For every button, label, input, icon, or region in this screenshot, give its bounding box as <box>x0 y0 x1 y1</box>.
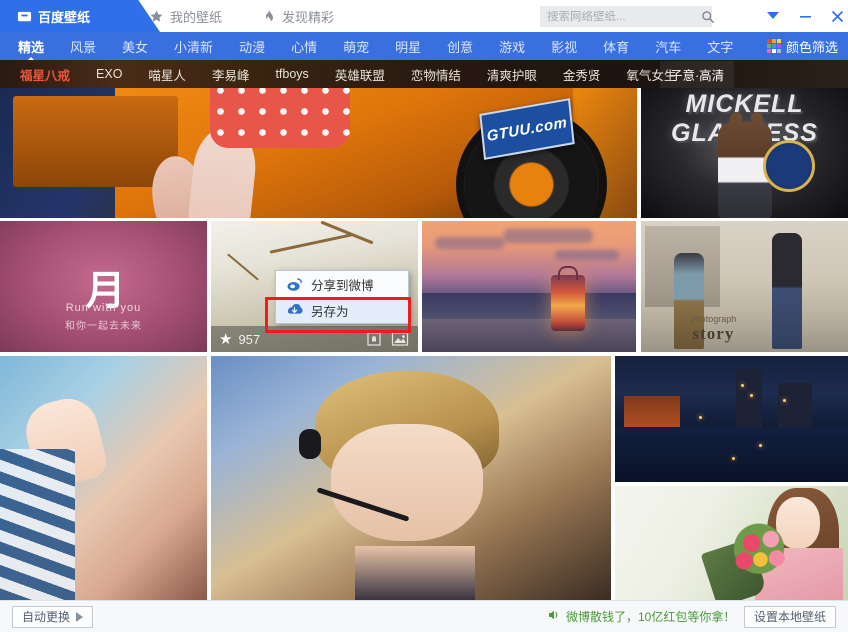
tag-fuxingbajie[interactable]: 福星八戒 <box>20 65 70 84</box>
color-filter-label: 颜色筛选 <box>785 39 838 55</box>
tag-liyifeng[interactable]: 李易峰 <box>212 65 250 84</box>
nav-item-mengchong[interactable]: 萌宠 <box>343 37 369 56</box>
search-icon[interactable] <box>701 10 715 24</box>
wallpaper-thumbnail <box>211 356 611 600</box>
wallpaper-box-icon <box>16 8 32 24</box>
wallpaper-thumbnail: MICKELL GLADNESS <box>641 88 848 218</box>
team-logo <box>762 140 815 192</box>
picture-icon[interactable] <box>390 330 410 348</box>
star-icon <box>148 8 164 24</box>
baidu-wallpaper-window: 百度壁纸 我的壁纸 发现精彩 搜索网络壁纸... 精选 风景 美女 小清新 动漫… <box>0 0 848 632</box>
tab-label: 我的壁纸 <box>170 9 223 25</box>
wallpaper-basketball[interactable]: MICKELL GLADNESS <box>641 88 848 218</box>
nav-item-jingxuan[interactable]: 精选 <box>18 37 44 56</box>
star-icon: ★ <box>219 330 233 348</box>
wallpaper-caption: photograph story <box>691 314 737 344</box>
footer-bar: 自动更换 微博散钱了，10亿红包等你拿！ 设置本地壁纸 <box>0 600 848 632</box>
caption-title: story <box>692 324 735 344</box>
menu-button[interactable] <box>758 0 788 32</box>
promo-message[interactable]: 微博散钱了，10亿红包等你拿！ <box>548 608 735 625</box>
tab-label: 百度壁纸 <box>38 9 91 25</box>
category-nav: 精选 风景 美女 小清新 动漫 心情 萌宠 明星 创意 游戏 影视 体育 汽车 … <box>0 32 848 60</box>
context-menu[interactable]: 分享到微博 另存为 <box>275 270 409 324</box>
wallpaper-thumbnail: photograph story <box>641 221 848 352</box>
search-box[interactable] <box>540 6 715 27</box>
tag-jinxiuxian[interactable]: 金秀贤 <box>563 65 601 84</box>
nav-item-fengjing[interactable]: 风景 <box>70 37 96 56</box>
wallpaper-flower-girl[interactable] <box>615 486 848 600</box>
nav-item-yingshi[interactable]: 影视 <box>551 37 577 56</box>
set-local-wallpaper-label: 设置本地壁纸 <box>753 610 826 624</box>
tab-discover[interactable]: 发现精彩 <box>260 0 334 32</box>
lantern-object <box>550 275 585 332</box>
wallpaper-en-text: Run with you <box>65 302 142 315</box>
tag-tfboys[interactable]: tfboys <box>275 67 308 81</box>
color-grid-icon <box>766 39 781 53</box>
tag-lianwuqingjie[interactable]: 恋物情结 <box>411 65 461 84</box>
weibo-icon <box>286 276 303 293</box>
tab-baidu-wallpaper[interactable]: 百度壁纸 <box>16 0 90 32</box>
context-menu-item-share-weibo[interactable]: 分享到微博 <box>276 271 408 297</box>
tag-exo[interactable]: EXO <box>96 67 122 81</box>
nav-item-chuangyi[interactable]: 创意 <box>447 37 473 56</box>
context-menu-label: 另存为 <box>311 304 349 319</box>
wallpaper-sunset-lantern[interactable] <box>422 221 636 352</box>
color-filter-button[interactable]: 颜色筛选 <box>766 37 838 56</box>
wallpaper-thumbnail: 月 Run with you 和你一起去未来 <box>0 221 207 352</box>
wallpaper-run-with-you[interactable]: 月 Run with you 和你一起去未来 <box>0 221 207 352</box>
caption-sub: photograph <box>690 314 737 325</box>
tag-bar: 福星八戒 EXO 喵星人 李易峰 tfboys 英雄联盟 恋物情结 清爽护眼 金… <box>0 60 848 88</box>
tag-qingshuanghuyan[interactable]: 清爽护眼 <box>487 65 537 84</box>
save-download-icon <box>286 302 303 319</box>
wallpaper-grid: GTUU.com MICKELL GLADNESS 月 Run with you… <box>0 88 848 600</box>
promo-text: 微博散钱了，10亿红包等你拿！ <box>566 610 736 624</box>
nav-item-xinqing[interactable]: 心情 <box>291 37 317 56</box>
speaker-icon <box>548 609 561 624</box>
wallpaper-boy-headset[interactable] <box>211 356 611 600</box>
wallpaper-thumbnail <box>615 486 848 600</box>
play-triangle-icon <box>76 611 84 622</box>
nav-item-mingxing[interactable]: 明星 <box>395 37 421 56</box>
nav-item-meinv[interactable]: 美女 <box>122 37 148 56</box>
wallpaper-thumbnail <box>615 356 848 482</box>
tag-yingxionglianmeng[interactable]: 英雄联盟 <box>335 65 385 84</box>
close-button[interactable] <box>822 0 848 32</box>
context-menu-label: 分享到微博 <box>311 278 374 293</box>
nav-item-xiaoqingxin[interactable]: 小清新 <box>174 37 213 56</box>
minimize-button[interactable] <box>790 0 820 32</box>
wallpaper-cn-text: 和你一起去未来 <box>65 320 142 332</box>
tab-label: 发现精彩 <box>282 9 335 25</box>
flame-icon <box>260 8 276 24</box>
rating-count: 957 <box>238 331 261 347</box>
set-local-wallpaper-button[interactable]: 设置本地壁纸 <box>743 605 836 628</box>
tag-ziyi-hd[interactable]: 子意·高清 <box>660 60 735 88</box>
auto-change-button[interactable]: 自动更换 <box>12 605 94 628</box>
nav-item-dongman[interactable]: 动漫 <box>239 37 265 56</box>
wallpaper-liverpool-night[interactable] <box>615 356 848 482</box>
nav-item-youxi[interactable]: 游戏 <box>499 37 525 56</box>
lock-icon[interactable] <box>364 330 384 348</box>
tab-my-wallpaper[interactable]: 我的壁纸 <box>148 0 222 32</box>
title-bar: 百度壁纸 我的壁纸 发现精彩 <box>0 0 848 32</box>
nav-item-wenzi[interactable]: 文字 <box>707 37 733 56</box>
wallpaper-anime-hand[interactable] <box>0 356 207 600</box>
wallpaper-hover-toolbar[interactable]: ★ 957 <box>211 326 418 352</box>
wallpaper-thumbnail <box>0 356 207 600</box>
wallpaper-thumbnail: GTUU.com <box>0 88 637 218</box>
context-menu-item-save-as[interactable]: 另存为 <box>276 297 408 323</box>
wallpaper-photograph-story[interactable]: photograph story <box>641 221 848 352</box>
nav-item-tiyu[interactable]: 体育 <box>603 37 629 56</box>
wallpaper-car-model[interactable]: GTUU.com <box>0 88 637 218</box>
auto-change-label: 自动更换 <box>22 610 71 624</box>
search-input[interactable] <box>547 10 701 23</box>
tag-miaoxingren[interactable]: 喵星人 <box>148 65 186 84</box>
wallpaper-thumbnail <box>422 221 636 352</box>
nav-item-qiche[interactable]: 汽车 <box>655 37 681 56</box>
